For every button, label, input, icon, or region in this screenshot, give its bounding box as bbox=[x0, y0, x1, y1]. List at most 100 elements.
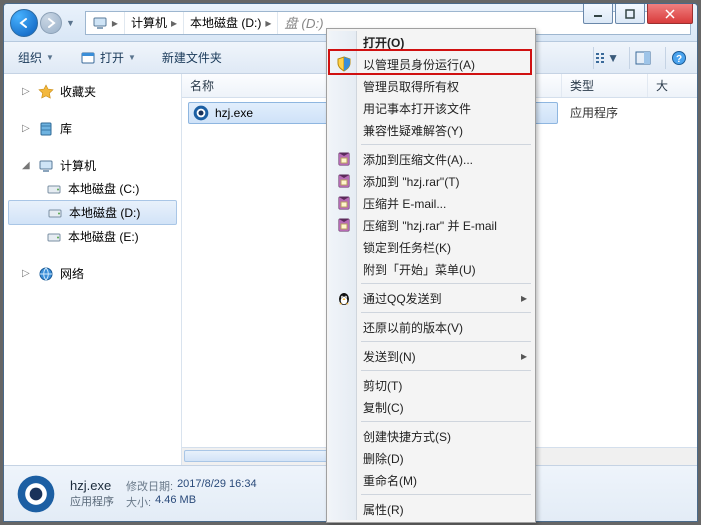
menu-item-label: 压缩并 E-mail... bbox=[363, 195, 446, 212]
menu-separator bbox=[361, 494, 531, 495]
sidebar-libraries[interactable]: ▷ 库 bbox=[4, 117, 181, 140]
view-list-icon bbox=[594, 51, 604, 65]
submenu-arrow-icon: ▸ bbox=[521, 291, 527, 305]
context-menu: 打开(O) 以管理员身份运行(A) 管理员取得所有权用记事本打开该文件兼容性疑难解答… bbox=[326, 28, 536, 523]
network-icon bbox=[38, 266, 54, 282]
menu-item-props[interactable]: 属性(R) bbox=[329, 498, 533, 520]
preview-pane-button[interactable] bbox=[629, 47, 655, 69]
expand-icon: ▷ bbox=[22, 268, 32, 279]
breadcrumb-root[interactable]: ▸ bbox=[86, 12, 125, 34]
forward-button[interactable] bbox=[40, 12, 62, 34]
menu-item-label: 锁定到任务栏(K) bbox=[363, 239, 451, 256]
menu-item-shortcut[interactable]: 创建快捷方式(S) bbox=[329, 425, 533, 447]
shield-icon bbox=[335, 56, 353, 72]
details-modified: 修改日期: 2017/8/29 16:34 bbox=[126, 478, 257, 494]
menu-item-label: 创建快捷方式(S) bbox=[363, 428, 451, 445]
menu-separator bbox=[361, 421, 531, 422]
menu-item-ziemail[interactable]: 压缩并 E-mail... bbox=[329, 192, 533, 214]
sidebar-label: 网络 bbox=[60, 265, 84, 282]
view-options-button[interactable]: ▼ bbox=[593, 47, 619, 69]
menu-item-addrar2[interactable]: 添加到 "hzj.rar"(T) bbox=[329, 170, 533, 192]
menu-separator bbox=[361, 283, 531, 284]
menu-item-copy[interactable]: 复制(C) bbox=[329, 396, 533, 418]
menu-item-label: 管理员取得所有权 bbox=[363, 78, 459, 95]
rar-icon bbox=[335, 151, 353, 167]
menu-item-label: 通过QQ发送到 bbox=[363, 290, 442, 307]
sidebar-drive-e[interactable]: 本地磁盘 (E:) bbox=[4, 225, 181, 248]
menu-item-label: 发送到(N) bbox=[363, 348, 416, 365]
open-icon bbox=[80, 50, 96, 66]
details-file-type: 应用程序 bbox=[70, 493, 114, 509]
nav-sidebar: ▷ 收藏夹 ▷ 库 ◢ 计算机 bbox=[4, 74, 182, 465]
sidebar-network[interactable]: ▷ 网络 bbox=[4, 262, 181, 285]
close-button[interactable] bbox=[647, 4, 693, 24]
breadcrumb-label: 计算机 bbox=[131, 14, 167, 31]
back-button[interactable] bbox=[10, 9, 38, 37]
sidebar-label: 库 bbox=[60, 120, 72, 137]
menu-item-label: 附到「开始」菜单(U) bbox=[363, 261, 476, 278]
breadcrumb-computer[interactable]: 计算机 ▸ bbox=[125, 12, 184, 34]
qq-icon bbox=[335, 290, 353, 306]
menu-item-label: 属性(R) bbox=[363, 501, 404, 518]
menu-item-notepad[interactable]: 用记事本打开该文件 bbox=[329, 97, 533, 119]
menu-item-label: 剪切(T) bbox=[363, 377, 402, 394]
menu-item-label: 重命名(M) bbox=[363, 472, 417, 489]
sidebar-drive-c[interactable]: 本地磁盘 (C:) bbox=[4, 177, 181, 200]
menu-item-rename[interactable]: 重命名(M) bbox=[329, 469, 533, 491]
menu-item-cut[interactable]: 剪切(T) bbox=[329, 374, 533, 396]
menu-item-label: 兼容性疑难解答(Y) bbox=[363, 122, 463, 139]
col-type[interactable]: 类型 bbox=[562, 74, 648, 97]
menu-item-ziemail2[interactable]: 压缩到 "hzj.rar" 并 E-mail bbox=[329, 214, 533, 236]
sidebar-label: 本地磁盘 (E:) bbox=[68, 228, 139, 245]
file-type-cell: 应用程序 bbox=[570, 104, 618, 121]
menu-item-open[interactable]: 打开(O) bbox=[329, 31, 533, 53]
expand-icon: ▷ bbox=[22, 123, 32, 134]
help-button[interactable]: ? bbox=[665, 47, 691, 69]
sidebar-drive-d[interactable]: 本地磁盘 (D:) bbox=[8, 200, 177, 225]
menu-item-label: 压缩到 "hzj.rar" 并 E-mail bbox=[363, 217, 497, 234]
menu-item-label: 打开(O) bbox=[363, 34, 404, 51]
rar-icon bbox=[335, 173, 353, 189]
new-folder-button[interactable]: 新建文件夹 bbox=[154, 45, 230, 70]
menu-item-compat[interactable]: 兼容性疑难解答(Y) bbox=[329, 119, 533, 141]
organize-button[interactable]: 组织 ▼ bbox=[10, 45, 62, 70]
menu-item-runas[interactable]: 以管理员身份运行(A) bbox=[329, 53, 533, 75]
maximize-button[interactable] bbox=[615, 4, 645, 24]
menu-item-delete[interactable]: 删除(D) bbox=[329, 447, 533, 469]
minimize-button[interactable] bbox=[583, 4, 613, 24]
menu-item-pinstart[interactable]: 附到「开始」菜单(U) bbox=[329, 258, 533, 280]
open-button[interactable]: 打开 ▼ bbox=[72, 45, 144, 70]
app-icon bbox=[193, 105, 209, 121]
menu-separator bbox=[361, 144, 531, 145]
open-label: 打开 bbox=[100, 49, 124, 66]
sidebar-computer[interactable]: ◢ 计算机 bbox=[4, 154, 181, 177]
file-name: hzj.exe bbox=[215, 106, 253, 120]
sidebar-favorites[interactable]: ▷ 收藏夹 bbox=[4, 80, 181, 103]
menu-item-sendto[interactable]: 发送到(N) ▸ bbox=[329, 345, 533, 367]
submenu-arrow-icon: ▸ bbox=[521, 349, 527, 363]
menu-item-takeown[interactable]: 管理员取得所有权 bbox=[329, 75, 533, 97]
drive-icon bbox=[46, 229, 62, 245]
menu-item-addrar[interactable]: 添加到压缩文件(A)... bbox=[329, 148, 533, 170]
sidebar-label: 计算机 bbox=[60, 157, 96, 174]
menu-item-label: 添加到 "hzj.rar"(T) bbox=[363, 173, 460, 190]
menu-item-qqsend[interactable]: 通过QQ发送到 ▸ bbox=[329, 287, 533, 309]
expand-icon: ▷ bbox=[22, 86, 32, 97]
menu-item-pin[interactable]: 锁定到任务栏(K) bbox=[329, 236, 533, 258]
menu-item-label: 删除(D) bbox=[363, 450, 404, 467]
library-icon bbox=[38, 121, 54, 137]
col-size[interactable]: 大 bbox=[648, 74, 697, 97]
rar-icon bbox=[335, 195, 353, 211]
menu-item-restore[interactable]: 还原以前的版本(V) bbox=[329, 316, 533, 338]
organize-label: 组织 bbox=[18, 49, 42, 66]
expand-icon: ◢ bbox=[22, 160, 32, 171]
rar-icon bbox=[335, 217, 353, 233]
history-dropdown-icon[interactable]: ▼ bbox=[66, 18, 75, 28]
menu-separator bbox=[361, 341, 531, 342]
new-folder-label: 新建文件夹 bbox=[162, 49, 222, 66]
svg-text:?: ? bbox=[675, 54, 681, 65]
help-icon: ? bbox=[671, 50, 687, 66]
breadcrumb-drive[interactable]: 本地磁盘 (D:) ▸ bbox=[184, 12, 278, 34]
computer-icon bbox=[38, 158, 54, 174]
star-icon bbox=[38, 84, 54, 100]
